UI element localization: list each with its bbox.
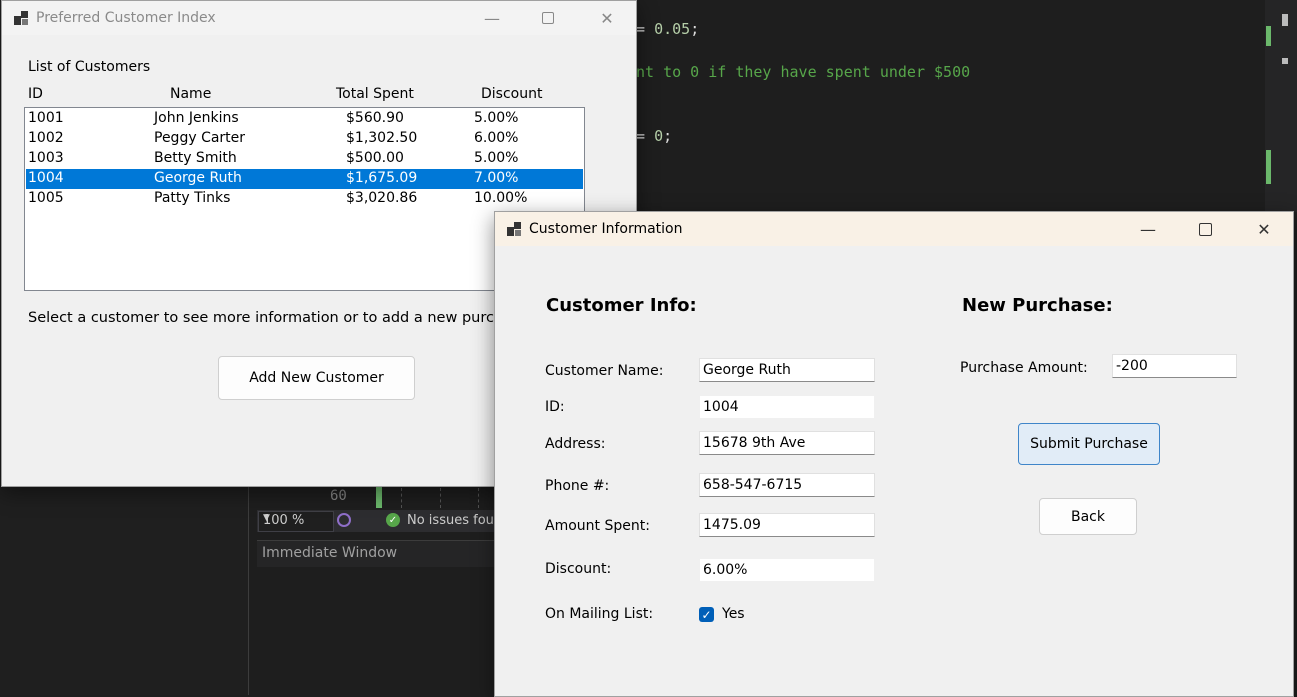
customer-id: 1003 — [28, 150, 64, 166]
column-header-discount: Discount — [481, 86, 543, 102]
close-icon[interactable]: ✕ — [584, 1, 630, 35]
customer-discount: 5.00% — [474, 110, 519, 126]
immediate-window-body[interactable] — [257, 567, 495, 696]
customer-total: $1,675.09 — [346, 170, 418, 186]
immediate-window: Immediate Window — [257, 540, 495, 696]
minimize-icon[interactable]: — — [469, 1, 515, 35]
list-item[interactable]: 1005 Patty Tinks $3,020.86 10.00% — [26, 189, 583, 209]
change-marker — [1266, 26, 1271, 46]
title-bar[interactable]: Preferred Customer Index — ✕ — [2, 1, 636, 35]
copilot-icon[interactable] — [337, 513, 351, 527]
discount-label: Discount: — [545, 561, 612, 577]
customer-info-heading: Customer Info: — [546, 295, 697, 316]
code-token: ; — [663, 127, 673, 145]
id-label: ID: — [545, 399, 565, 415]
discount-field[interactable]: 6.00% — [699, 558, 875, 582]
add-new-customer-button[interactable]: Add New Customer — [218, 356, 415, 400]
customer-name: Betty Smith — [154, 150, 237, 166]
address-label: Address: — [545, 436, 606, 452]
back-button[interactable]: Back — [1039, 498, 1137, 535]
window-title: Customer Information — [529, 221, 683, 237]
customer-id: 1004 — [28, 170, 64, 186]
customer-total: $3,020.86 — [346, 190, 418, 206]
code-number: 0.05 — [654, 20, 691, 38]
indent-guide — [401, 488, 403, 508]
code-line-discount-rate: = 0.05; — [636, 20, 699, 38]
code-comment: nt to 0 if they have spent under $500 — [636, 63, 971, 81]
instruction-text: Select a customer to see more informatio… — [28, 310, 534, 326]
amount-spent-label: Amount Spent: — [545, 518, 650, 534]
app-icon — [507, 222, 521, 236]
list-item[interactable]: 1001 John Jenkins $560.90 5.00% — [26, 109, 583, 129]
solution-panel — [0, 486, 248, 695]
change-marker — [1266, 150, 1271, 184]
customer-name: Peggy Carter — [154, 130, 246, 146]
phone-field[interactable]: 658-547-6715 — [699, 473, 875, 497]
window-title: Preferred Customer Index — [36, 10, 216, 26]
customer-total: $1,302.50 — [346, 130, 418, 146]
editor-status-bar: 100 % ▼ ✓ No issues four — [257, 510, 499, 532]
panel-divider[interactable] — [248, 486, 249, 695]
customer-total: $560.90 — [346, 110, 404, 126]
code-token: ; — [690, 20, 700, 38]
indent-guide — [478, 488, 480, 508]
indent-guide — [440, 488, 442, 508]
scroll-marker — [1282, 14, 1288, 26]
customer-discount: 6.00% — [474, 130, 519, 146]
status-ok-icon: ✓ — [386, 513, 400, 527]
immediate-window-title: Immediate Window — [262, 545, 398, 561]
code-token: = — [636, 127, 655, 145]
column-header-id: ID — [28, 86, 43, 102]
customer-id: 1001 — [28, 110, 64, 126]
customer-discount: 5.00% — [474, 150, 519, 166]
customer-id: 1005 — [28, 190, 64, 206]
customer-information-window: Customer Information — ✕ Customer Info: … — [494, 211, 1294, 697]
customer-name: George Ruth — [154, 170, 242, 186]
title-bar[interactable]: Customer Information — ✕ — [495, 212, 1293, 246]
customer-name-label: Customer Name: — [545, 363, 664, 379]
column-header-total-spent: Total Spent — [336, 86, 414, 102]
customer-discount: 7.00% — [474, 170, 519, 186]
submit-purchase-button[interactable]: Submit Purchase — [1018, 423, 1160, 465]
maximize-icon[interactable] — [1182, 212, 1228, 246]
mailing-list-checkbox[interactable]: ✓ — [699, 607, 714, 622]
customer-total: $500.00 — [346, 150, 404, 166]
close-icon[interactable]: ✕ — [1241, 212, 1287, 246]
new-purchase-heading: New Purchase: — [962, 295, 1113, 316]
purchase-amount-input[interactable]: -200 — [1112, 354, 1237, 378]
phone-label: Phone #: — [545, 478, 610, 494]
list-item-selected[interactable]: 1004 George Ruth $1,675.09 7.00% — [26, 169, 583, 189]
minimize-icon[interactable]: — — [1125, 212, 1171, 246]
line-number: 60 — [330, 488, 347, 504]
code-line-zero: = 0; — [636, 127, 672, 145]
maximize-icon[interactable] — [525, 1, 571, 35]
issues-status[interactable]: No issues four — [407, 513, 499, 528]
check-icon: ✓ — [701, 607, 712, 622]
list-item[interactable]: 1003 Betty Smith $500.00 5.00% — [26, 149, 583, 169]
code-token: = — [636, 20, 655, 38]
purchase-amount-label: Purchase Amount: — [960, 360, 1088, 376]
mailing-list-label: On Mailing List: — [545, 606, 654, 622]
list-item[interactable]: 1002 Peggy Carter $1,302.50 6.00% — [26, 129, 583, 149]
customer-discount: 10.00% — [474, 190, 528, 206]
chevron-down-icon: ▼ — [263, 513, 270, 523]
zoom-dropdown[interactable]: 100 % ▼ — [258, 511, 334, 532]
scroll-marker — [1282, 58, 1288, 64]
customer-name: John Jenkins — [154, 110, 239, 126]
amount-spent-field[interactable]: 1475.09 — [699, 513, 875, 537]
list-caption: List of Customers — [28, 59, 151, 75]
change-marker — [376, 487, 382, 508]
app-icon — [14, 11, 28, 25]
customer-id: 1002 — [28, 130, 64, 146]
id-field[interactable]: 1004 — [699, 395, 875, 419]
code-number: 0 — [654, 127, 664, 145]
mailing-list-value[interactable]: Yes — [722, 606, 745, 622]
customer-name-field[interactable]: George Ruth — [699, 358, 875, 382]
customer-name: Patty Tinks — [154, 190, 231, 206]
address-field[interactable]: 15678 9th Ave — [699, 431, 875, 455]
column-header-name: Name — [170, 86, 212, 102]
